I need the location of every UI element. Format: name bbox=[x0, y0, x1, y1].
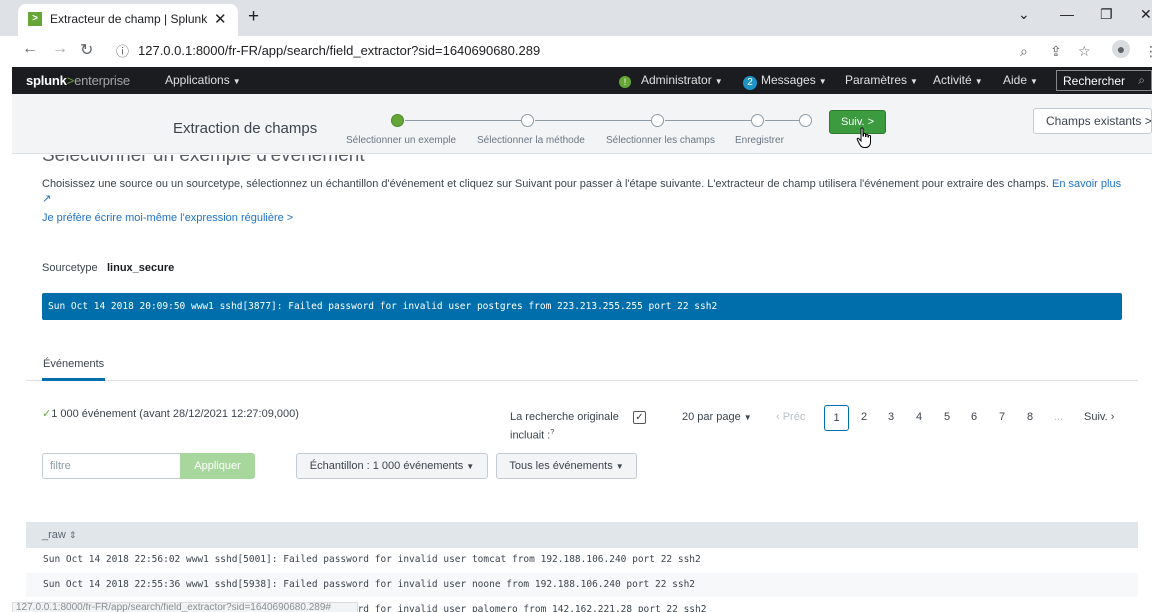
share-icon[interactable]: ⇪ bbox=[1050, 43, 1062, 60]
step-dot-1 bbox=[391, 114, 404, 127]
page-3-link[interactable]: 3 bbox=[888, 411, 894, 423]
tabs-row: Événements bbox=[26, 358, 1138, 381]
user-menu[interactable]: ! Administrator ▼ bbox=[619, 73, 723, 88]
applications-menu[interactable]: Applications ▼ bbox=[165, 73, 241, 87]
step-label-save: Enregistrer bbox=[735, 135, 784, 146]
help-menu[interactable]: Aide ▼ bbox=[1003, 73, 1038, 87]
wizard-header: Extraction de champs Sélectionner un exe… bbox=[12, 94, 1152, 154]
site-info-icon[interactable]: ⓘ bbox=[116, 41, 129, 60]
page-1-button[interactable]: 1 bbox=[824, 405, 849, 431]
back-arrow-icon[interactable]: ← bbox=[22, 40, 38, 58]
all-events-dropdown[interactable]: Tous les événements ▼ bbox=[496, 453, 637, 479]
browser-tab[interactable]: > Extracteur de champ | Splunk 8.2 ✕ bbox=[18, 4, 238, 36]
step-label-select-fields: Sélectionner les champs bbox=[606, 135, 715, 146]
page-title: Extraction de champs bbox=[173, 120, 318, 137]
tab-title: Extracteur de champ | Splunk 8.2 bbox=[50, 12, 210, 26]
restore-icon[interactable]: ❐ bbox=[1100, 6, 1113, 23]
original-search-checkbox[interactable]: ✓ bbox=[633, 411, 646, 424]
page-4-link[interactable]: 4 bbox=[916, 411, 922, 423]
url-text: 127.0.0.1:8000/fr-FR/app/search/field_ex… bbox=[138, 43, 541, 58]
page-2-link[interactable]: 2 bbox=[861, 411, 867, 423]
check-icon: ✓ bbox=[42, 408, 52, 420]
tab-search-chevron-icon[interactable]: ⌄ bbox=[1018, 6, 1030, 23]
minimize-icon[interactable]: — bbox=[1060, 6, 1074, 22]
table-row[interactable]: Sun Oct 14 2018 22:55:36 www1 sshd[5938]… bbox=[26, 573, 1138, 597]
messages-menu[interactable]: 2 Messages ▼ bbox=[743, 73, 827, 90]
hand-cursor-icon bbox=[856, 127, 871, 148]
status-url-bubble: 127.0.0.1:8000/fr-FR/app/search/field_ex… bbox=[12, 602, 358, 612]
page-5-link[interactable]: 5 bbox=[944, 411, 950, 423]
splunk-favicon-icon: > bbox=[28, 12, 42, 26]
step-dot-end bbox=[799, 114, 812, 127]
tab-events[interactable]: Événements bbox=[42, 358, 106, 381]
reload-icon[interactable]: ↻ bbox=[80, 40, 93, 60]
sourcetype-value[interactable]: linux_secure bbox=[107, 262, 174, 274]
table-row[interactable]: Sun Oct 14 2018 22:56:02 www1 sshd[5001]… bbox=[26, 548, 1138, 572]
sample-size-dropdown[interactable]: Échantillon : 1 000 événements ▼ bbox=[296, 453, 488, 479]
settings-menu[interactable]: Paramètres ▼ bbox=[845, 73, 918, 87]
per-page-dropdown[interactable]: 20 par page ▼ bbox=[682, 411, 752, 423]
step-connector bbox=[765, 120, 799, 121]
global-search-input[interactable]: Rechercher ⌕ bbox=[1056, 70, 1152, 91]
sort-icon: ⇕ bbox=[68, 530, 77, 540]
splunk-app-bar: splunk>enterprise Applications ▼ ! Adminis… bbox=[12, 67, 1152, 94]
menu-kebab-icon[interactable]: ⋮ bbox=[1144, 43, 1152, 60]
raw-column-header[interactable]: _raw ⇕ bbox=[26, 522, 1138, 548]
new-tab-button[interactable]: + bbox=[248, 6, 259, 28]
step-dot-3 bbox=[651, 114, 664, 127]
next-page-link[interactable]: Suiv. › bbox=[1084, 411, 1114, 423]
step-connector bbox=[405, 120, 521, 121]
page-8-link[interactable]: 8 bbox=[1027, 411, 1033, 423]
close-window-icon[interactable]: ✕ bbox=[1140, 6, 1152, 23]
prev-page-link[interactable]: ‹ Préc bbox=[776, 411, 805, 423]
description-text: Choisissez une source ou un sourcetype, … bbox=[42, 178, 1122, 205]
pagination-ellipsis: ... bbox=[1054, 411, 1064, 423]
main-content: Sélectionner un exemple d'événement Choi… bbox=[26, 155, 1138, 612]
sourcetype-label: Sourcetype bbox=[42, 262, 98, 274]
activity-menu[interactable]: Activité ▼ bbox=[933, 73, 983, 87]
existing-fields-button[interactable]: Champs existants > bbox=[1033, 108, 1152, 134]
url-input[interactable]: ⓘ 127.0.0.1:8000/fr-FR/app/search/field_… bbox=[106, 38, 1106, 64]
step-dot-2 bbox=[521, 114, 534, 127]
selected-sample-event[interactable]: Sun Oct 14 2018 20:09:50 www1 sshd[3877]… bbox=[42, 293, 1122, 320]
step-connector bbox=[665, 120, 751, 121]
event-count: ✓1 000 événement (avant 28/12/2021 12:27… bbox=[42, 408, 299, 420]
page-6-link[interactable]: 6 bbox=[971, 411, 977, 423]
step-label-select-sample: Sélectionner un exemple bbox=[346, 135, 457, 146]
bookmark-star-icon[interactable]: ☆ bbox=[1078, 43, 1091, 60]
zoom-icon[interactable]: ⌕ bbox=[1020, 43, 1028, 60]
search-label: Rechercher bbox=[1063, 74, 1126, 88]
section-heading: Sélectionner un exemple d'événement bbox=[42, 155, 365, 166]
address-bar: ← → ↻ ⓘ 127.0.0.1:8000/fr-FR/app/search/… bbox=[0, 36, 1152, 67]
splunk-logo[interactable]: splunk>enterprise bbox=[26, 73, 130, 88]
apply-button[interactable]: Appliquer bbox=[180, 453, 255, 479]
page-7-link[interactable]: 7 bbox=[999, 411, 1005, 423]
write-regex-link[interactable]: Je préfère écrire moi-même l'expression … bbox=[42, 212, 293, 224]
profile-avatar-icon[interactable]: ● bbox=[1112, 40, 1130, 58]
messages-count-badge: 2 bbox=[743, 76, 757, 90]
search-icon: ⌕ bbox=[1138, 73, 1145, 87]
original-search-label: La recherche originale incluait :? bbox=[510, 411, 619, 442]
forward-arrow-icon[interactable]: → bbox=[52, 40, 68, 58]
external-link-icon: ↗ bbox=[42, 193, 52, 205]
step-connector bbox=[535, 120, 651, 121]
health-status-icon: ! bbox=[619, 76, 631, 88]
browser-tab-bar: > Extracteur de champ | Splunk 8.2 ✕ + ⌄… bbox=[0, 0, 1152, 36]
step-label-select-method: Sélectionner la méthode bbox=[477, 135, 585, 146]
step-dot-4 bbox=[751, 114, 764, 127]
close-tab-icon[interactable]: ✕ bbox=[214, 10, 227, 28]
filter-input[interactable]: filtre bbox=[42, 453, 180, 479]
